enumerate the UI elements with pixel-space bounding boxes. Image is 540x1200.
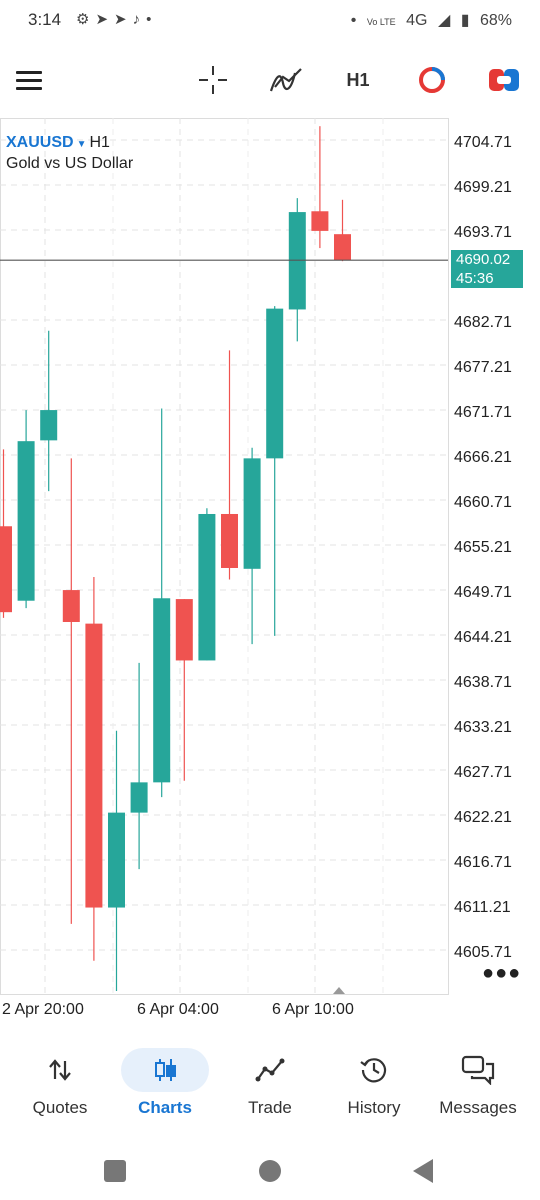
symbol-timeframe: H1 — [89, 134, 110, 151]
battery-label: 68% — [479, 12, 512, 29]
y-tick-label: 4605.71 — [454, 944, 512, 961]
y-tick-label: 4693.71 — [454, 224, 512, 241]
one-click-trading-icon[interactable] — [414, 62, 450, 98]
messages-bubbles-icon — [434, 1048, 522, 1092]
status-bar: 3:14 ⚙➤➤♪• • Vo LTE 4G ◢ ▮ 68% — [0, 0, 540, 40]
y-tick-label: 4666.21 — [454, 449, 512, 466]
nav-label: Quotes — [32, 1098, 88, 1117]
candle-body — [221, 513, 238, 568]
y-tick-label: 4616.71 — [454, 854, 512, 871]
candle-body — [17, 441, 35, 601]
status-right: • Vo LTE 4G ◢ ▮ 68% — [345, 10, 512, 30]
network-label: 4G — [406, 12, 428, 29]
volte-label: Vo LTE — [366, 17, 396, 27]
telegram-icon: ➤ — [95, 11, 115, 28]
back-icon[interactable] — [413, 1159, 433, 1183]
candle-body — [266, 308, 284, 459]
candle-body — [108, 812, 125, 908]
symbol-name[interactable]: XAUUSD — [6, 134, 74, 151]
y-tick-label: 4671.71 — [454, 404, 512, 421]
candle-body — [85, 623, 103, 908]
candle-body — [0, 526, 12, 613]
scroll-marker-icon — [333, 987, 345, 994]
charts-candles-icon — [121, 1048, 209, 1092]
nav-charts[interactable]: Charts — [115, 1040, 215, 1130]
x-tick-label: 2 Apr 20:00 — [2, 1001, 84, 1018]
y-tick-label: 4638.71 — [454, 674, 512, 691]
chart-toolbar: H1 — [0, 52, 540, 108]
y-tick-label: 4649.71 — [454, 584, 512, 601]
nav-history[interactable]: History — [324, 1040, 424, 1130]
chart-symbol-label[interactable]: XAUUSD ▼ H1 — [6, 134, 110, 152]
candle-body — [175, 599, 193, 661]
y-tick-label: 4655.21 — [454, 539, 512, 556]
y-tick-label: 4633.21 — [454, 719, 512, 736]
nav-trade[interactable]: Trade — [220, 1040, 320, 1130]
candle-body — [198, 513, 216, 661]
signal-icon: ◢ — [437, 12, 451, 29]
more-dots-icon[interactable]: ●●● — [482, 962, 521, 985]
candle-body — [40, 410, 58, 441]
history-clock-icon — [330, 1048, 418, 1092]
x-tick-label: 6 Apr 04:00 — [137, 1001, 219, 1018]
quotes-arrows-icon — [16, 1048, 104, 1092]
nav-messages[interactable]: Messages — [428, 1040, 528, 1130]
y-tick-label: 4627.71 — [454, 764, 512, 781]
current-price-tag: 4690.02 45:36 — [451, 250, 523, 288]
home-icon[interactable] — [259, 1160, 281, 1182]
y-tick-label: 4704.71 — [454, 134, 512, 151]
system-navigation — [0, 1150, 540, 1200]
current-price: 4690.02 — [456, 251, 511, 268]
nav-label: Messages — [439, 1098, 517, 1117]
candle-body — [311, 211, 329, 231]
candle-body — [130, 782, 148, 813]
y-tick-label: 4611.21 — [454, 899, 511, 916]
symbol-description: Gold vs US Dollar — [6, 155, 134, 172]
status-time: 3:14 — [28, 10, 62, 29]
battery-icon: ▮ — [460, 12, 470, 29]
y-tick-label: 4622.21 — [454, 809, 512, 826]
y-tick-label: 4660.71 — [454, 494, 512, 511]
menu-icon[interactable] — [14, 62, 44, 98]
nav-label: Trade — [248, 1098, 292, 1117]
candle-body — [62, 590, 80, 622]
trade-toggle-icon[interactable] — [486, 62, 522, 98]
y-tick-label: 4644.21 — [454, 629, 512, 646]
telegram-icon: ➤ — [114, 11, 133, 28]
dot-icon: • — [146, 11, 158, 28]
y-tick-label: 4699.21 — [454, 179, 512, 196]
nav-label: Charts — [138, 1098, 192, 1117]
dot-icon: • — [350, 12, 357, 29]
tiktok-icon: ♪ — [132, 11, 147, 28]
trade-line-icon — [226, 1048, 314, 1092]
x-tick-label: 6 Apr 10:00 — [272, 1001, 354, 1018]
candle-body — [334, 234, 351, 261]
bottom-navigation: Quotes Charts Trade History Messages — [0, 1040, 540, 1130]
timeframe-button[interactable]: H1 — [340, 62, 376, 98]
y-tick-label: 4682.71 — [454, 314, 512, 331]
candle-body — [153, 598, 171, 783]
candle-body — [243, 458, 261, 569]
nav-quotes[interactable]: Quotes — [10, 1040, 110, 1130]
crosshair-icon[interactable] — [196, 62, 230, 98]
settings-icon: ⚙ — [76, 11, 96, 28]
notification-icons: ⚙➤➤♪• — [76, 10, 157, 28]
nav-label: History — [347, 1098, 401, 1117]
recents-icon[interactable] — [104, 1160, 126, 1182]
symbol-dropdown-icon[interactable]: ▼ — [77, 139, 87, 150]
indicators-icon[interactable] — [268, 62, 304, 98]
bar-countdown: 45:36 — [456, 270, 494, 287]
y-tick-label: 4677.21 — [454, 359, 512, 376]
